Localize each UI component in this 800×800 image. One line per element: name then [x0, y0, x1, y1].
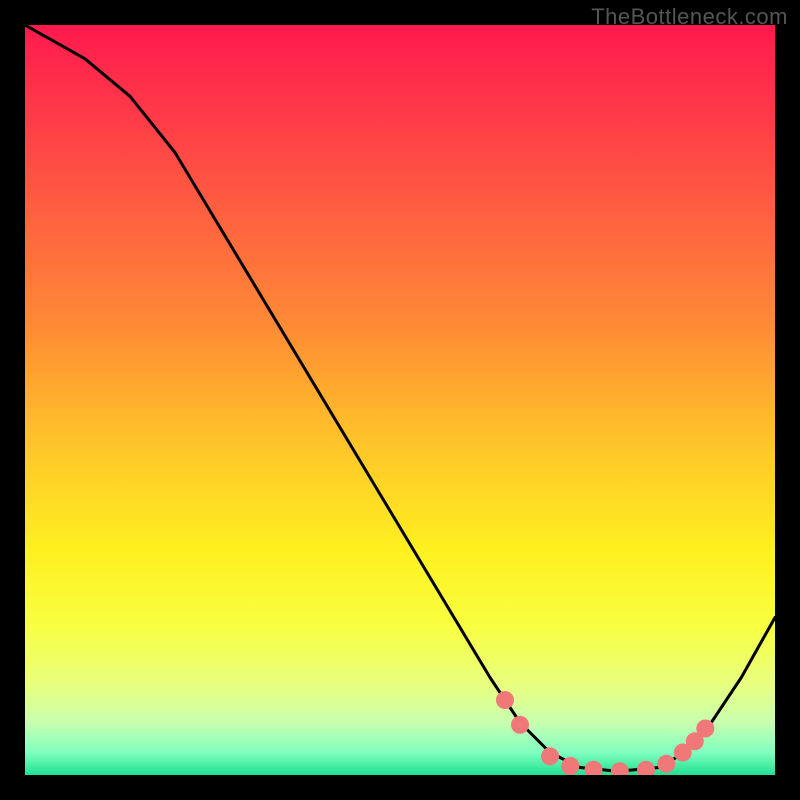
curve-marker — [585, 761, 603, 775]
curve-marker — [541, 747, 559, 765]
bottleneck-curve — [25, 25, 775, 771]
chart-container: TheBottleneck.com — [0, 0, 800, 800]
curve-layer — [25, 25, 775, 775]
plot-area — [25, 25, 775, 775]
curve-marker — [696, 720, 714, 738]
curve-marker — [496, 691, 514, 709]
curve-marker — [637, 761, 655, 775]
watermark-text: TheBottleneck.com — [591, 4, 788, 30]
curve-marker — [657, 755, 675, 773]
curve-marker — [561, 757, 579, 775]
curve-marker — [611, 762, 629, 775]
curve-marker — [511, 716, 529, 734]
